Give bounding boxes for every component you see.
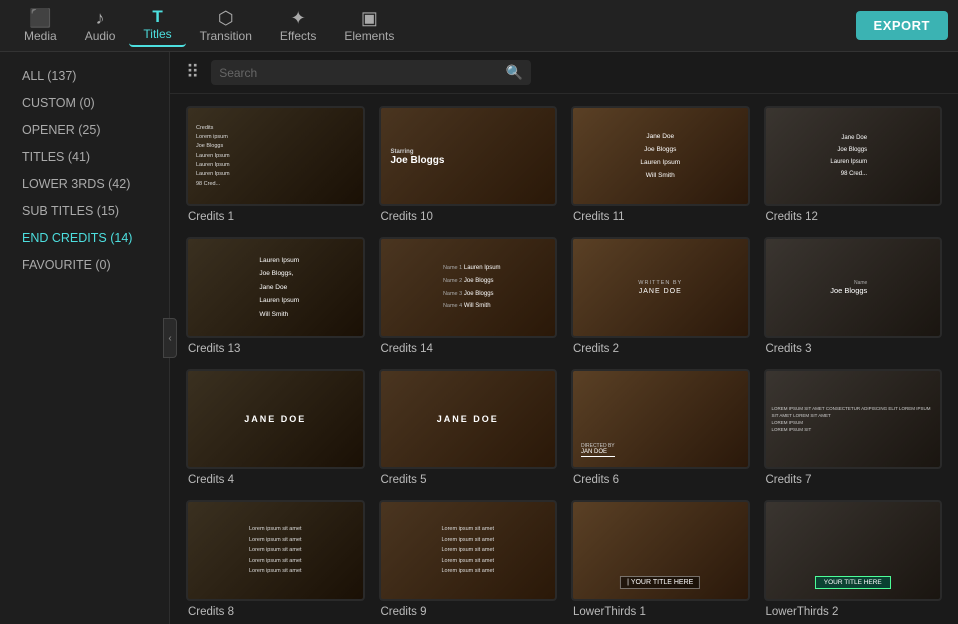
item-label-lowerthirds2: LowerThirds 2 bbox=[764, 606, 943, 618]
sidebar-item-favourite[interactable]: FAVOURITE (0) bbox=[4, 252, 165, 278]
item-label-credits12: Credits 12 bbox=[764, 211, 943, 223]
item-label-credits6: Credits 6 bbox=[571, 474, 750, 486]
grid-item-credits13[interactable]: Lauren IpsumJoe Bloggs,Jane DoeLauren Ip… bbox=[186, 237, 365, 354]
grid-item-credits4[interactable]: JANE DOE Credits 4 bbox=[186, 369, 365, 486]
item-label-credits5: Credits 5 bbox=[379, 474, 558, 486]
thumbnail-grid: CreditsLorem ipsumJoe BloggsLauren Ipsum… bbox=[186, 106, 942, 624]
sidebar-item-titles[interactable]: TITLES (41) bbox=[4, 144, 165, 170]
transition-icon: ⬡ bbox=[218, 9, 234, 27]
audio-icon: ♪ bbox=[96, 9, 105, 27]
content-area: ⠿ 🔍 CreditsLorem ipsumJoe BloggsLauren I… bbox=[170, 52, 958, 624]
topbar: ⬛ Media ♪ Audio T Titles ⬡ Transition ✦ … bbox=[0, 0, 958, 52]
item-label-credits11: Credits 11 bbox=[571, 211, 750, 223]
main-row: ALL (137) CUSTOM (0) OPENER (25) TITLES … bbox=[0, 52, 958, 624]
sidebar-item-all[interactable]: ALL (137) bbox=[4, 63, 165, 89]
export-button[interactable]: EXPORT bbox=[856, 11, 948, 40]
grid-scroll: CreditsLorem ipsumJoe BloggsLauren Ipsum… bbox=[170, 94, 958, 624]
grid-item-lowerthirds2[interactable]: YOUR TITLE HERE LowerThirds 2 bbox=[764, 500, 943, 617]
search-button[interactable]: 🔍 bbox=[506, 64, 523, 81]
nav-media[interactable]: ⬛ Media bbox=[10, 5, 71, 47]
item-label-credits7: Credits 7 bbox=[764, 474, 943, 486]
media-icon: ⬛ bbox=[29, 9, 51, 27]
nav-audio[interactable]: ♪ Audio bbox=[71, 5, 130, 47]
sidebar-collapse-arrow[interactable]: ‹ bbox=[163, 318, 177, 358]
sidebar-item-opener[interactable]: OPENER (25) bbox=[4, 117, 165, 143]
grid-item-credits11[interactable]: Jane DoeJoe BloggsLauren IpsumWill Smith… bbox=[571, 106, 750, 223]
grid-item-credits14[interactable]: Name 1 Lauren Ipsum Name 2 Joe Bloggs Na… bbox=[379, 237, 558, 354]
item-label-credits10: Credits 10 bbox=[379, 211, 558, 223]
content-toolbar: ⠿ 🔍 bbox=[170, 52, 958, 94]
sidebar-item-subtitles[interactable]: SUB TITLES (15) bbox=[4, 198, 165, 224]
item-label-credits14: Credits 14 bbox=[379, 343, 558, 355]
titles-icon: T bbox=[152, 8, 162, 25]
nav-elements[interactable]: ▣ Elements bbox=[330, 5, 408, 47]
grid-item-credits12[interactable]: Jane DoeJoe BloggsLauren Ipsum98 Cred...… bbox=[764, 106, 943, 223]
item-label-credits13: Credits 13 bbox=[186, 343, 365, 355]
grid-item-credits5[interactable]: JANE DOE Credits 5 bbox=[379, 369, 558, 486]
grid-item-credits10[interactable]: Starring Joe Bloggs Credits 10 bbox=[379, 106, 558, 223]
grid-item-credits6[interactable]: DIRECTED BY JAN DOE Credits 6 bbox=[571, 369, 750, 486]
grid-item-credits9[interactable]: Lorem ipsum sit ametLorem ipsum sit amet… bbox=[379, 500, 558, 617]
effects-icon: ✦ bbox=[291, 9, 306, 27]
grid-item-lowerthirds1[interactable]: | YOUR TITLE HERE LowerThirds 1 bbox=[571, 500, 750, 617]
item-label-credits4: Credits 4 bbox=[186, 474, 365, 486]
lower-thirds-bar-1: | YOUR TITLE HERE bbox=[620, 576, 700, 589]
item-label-credits8: Credits 8 bbox=[186, 606, 365, 618]
sidebar-item-endcredits[interactable]: END CREDITS (14) bbox=[4, 225, 165, 251]
item-label-credits2: Credits 2 bbox=[571, 343, 750, 355]
grid-item-credits3[interactable]: Name Joe Bloggs Credits 3 bbox=[764, 237, 943, 354]
grid-item-credits8[interactable]: Lorem ipsum sit ametLorem ipsum sit amet… bbox=[186, 500, 365, 617]
grid-item-credits1[interactable]: CreditsLorem ipsumJoe BloggsLauren Ipsum… bbox=[186, 106, 365, 223]
item-label-credits1: Credits 1 bbox=[186, 211, 365, 223]
sidebar-item-lower3rds[interactable]: LOWER 3RDS (42) bbox=[4, 171, 165, 197]
search-wrapper: 🔍 bbox=[211, 60, 531, 85]
nav-transition[interactable]: ⬡ Transition bbox=[186, 5, 266, 47]
elements-icon: ▣ bbox=[361, 9, 378, 27]
nav-titles[interactable]: T Titles bbox=[129, 4, 185, 47]
item-label-credits3: Credits 3 bbox=[764, 343, 943, 355]
grid-item-credits2[interactable]: WRITTEN BY JANE DOE Credits 2 bbox=[571, 237, 750, 354]
grid-view-button[interactable]: ⠿ bbox=[182, 60, 203, 85]
nav-effects[interactable]: ✦ Effects bbox=[266, 5, 330, 47]
sidebar-item-custom[interactable]: CUSTOM (0) bbox=[4, 90, 165, 116]
item-label-credits9: Credits 9 bbox=[379, 606, 558, 618]
grid-item-credits7[interactable]: LOREM IPSUM SIT AMET CONSECTETUR ADIPISC… bbox=[764, 369, 943, 486]
search-input[interactable] bbox=[219, 66, 500, 80]
sidebar: ALL (137) CUSTOM (0) OPENER (25) TITLES … bbox=[0, 52, 170, 624]
item-label-lowerthirds1: LowerThirds 1 bbox=[571, 606, 750, 618]
